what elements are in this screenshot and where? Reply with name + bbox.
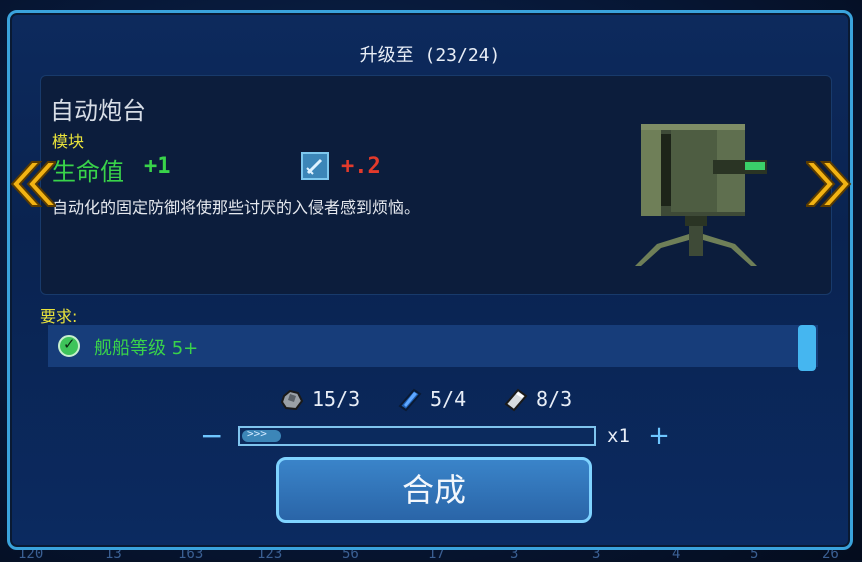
crystal-icon [398, 388, 422, 412]
hp-label: 生命值 [52, 158, 124, 186]
cost-metal-value: 8/3 [536, 387, 573, 411]
quantity-slider[interactable]: >>> [238, 426, 596, 446]
hp-value: +1 [144, 154, 171, 179]
metal-bar-icon [504, 388, 528, 412]
item-name: 自动炮台 [50, 97, 146, 125]
upgrade-dialog: 升级至 (23/24) 自动炮台 模块 生命值 +1 +.2 自动化的固定防御将… [7, 10, 853, 550]
slider-handle-icon: >>> [247, 427, 267, 440]
requirement-text: 舰船等级 5+ [94, 338, 199, 359]
previous-arrow[interactable] [10, 158, 59, 210]
dialog-title: 升级至 (23/24) [359, 45, 501, 66]
cost-crystal-value: 5/4 [430, 387, 467, 411]
check-icon [58, 335, 80, 357]
increase-button[interactable]: + [648, 423, 670, 451]
ore-icon [280, 389, 304, 411]
requirements-scrollbar[interactable] [798, 325, 816, 371]
item-description: 自动化的固定防御将使那些讨厌的入侵者感到烦恼。 [52, 198, 421, 217]
turret-icon [627, 116, 771, 266]
attack-icon [301, 152, 329, 180]
requirement-row: 舰船等级 5+ [48, 325, 818, 367]
attack-value: +.2 [341, 154, 381, 179]
quantity-slider-fill: >>> [242, 427, 281, 442]
quantity-multiplier: x1 [607, 425, 630, 447]
cost-ore-value: 15/3 [312, 387, 361, 411]
item-type: 模块 [52, 132, 85, 151]
craft-button[interactable]: 合成 [276, 457, 592, 523]
next-arrow[interactable] [803, 158, 852, 210]
quantity-row: − >>> x1 + [10, 422, 850, 453]
decrease-button[interactable]: − [200, 422, 223, 451]
cost-row: 15/3 5/4 8/3 [10, 385, 850, 415]
requirements-label: 要求: [40, 307, 78, 326]
item-panel: 自动炮台 模块 生命值 +1 +.2 自动化的固定防御将使那些讨厌的入侵者感到烦… [40, 75, 832, 295]
